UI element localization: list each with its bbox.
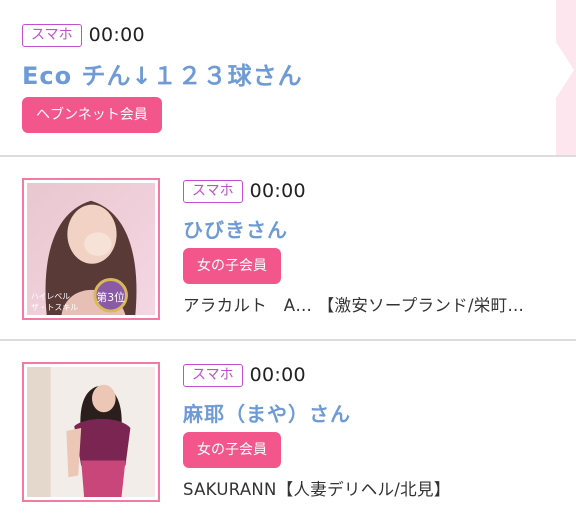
post-time: 00:00 (249, 180, 306, 202)
side-decoration (556, 0, 576, 156)
member-type-button[interactable]: ヘブンネット会員 (22, 97, 162, 133)
member-type-button[interactable]: 女の子会員 (183, 432, 281, 468)
rank-label: 第3位 (96, 290, 125, 304)
girl-name-link[interactable]: ひびきさん (183, 214, 288, 243)
girl-photo[interactable] (22, 362, 160, 502)
device-badge[interactable]: スマホ (183, 363, 243, 387)
girl-name-link[interactable]: Eco チん↓１２３球さん (22, 56, 303, 91)
shop-link[interactable]: SAKURANN【人妻デリヘル/北見】 (183, 476, 551, 500)
girl-name-link[interactable]: 麻耶（まや）さん (183, 398, 351, 427)
photo-caption-2: ザ・トスキル (31, 303, 78, 312)
device-badge[interactable]: スマホ (22, 23, 82, 47)
post-time: 00:00 (249, 364, 306, 386)
shop-link[interactable]: アラカルト A… 【激安ソープランド/栄町… (183, 292, 551, 316)
entry-meta: スマホ 00:00 (183, 178, 306, 204)
member-type-button[interactable]: 女の子会員 (183, 248, 281, 284)
divider (0, 339, 576, 341)
photo-caption-1: ハイレベル (31, 292, 70, 301)
entry-meta: スマホ 00:00 (22, 22, 145, 48)
entry-meta: スマホ 00:00 (183, 362, 306, 388)
divider (0, 155, 576, 157)
post-time: 00:00 (88, 24, 145, 46)
girl-photo[interactable]: 第3位 ハイレベル ザ・トスキル (22, 178, 160, 320)
device-badge[interactable]: スマホ (183, 179, 243, 203)
